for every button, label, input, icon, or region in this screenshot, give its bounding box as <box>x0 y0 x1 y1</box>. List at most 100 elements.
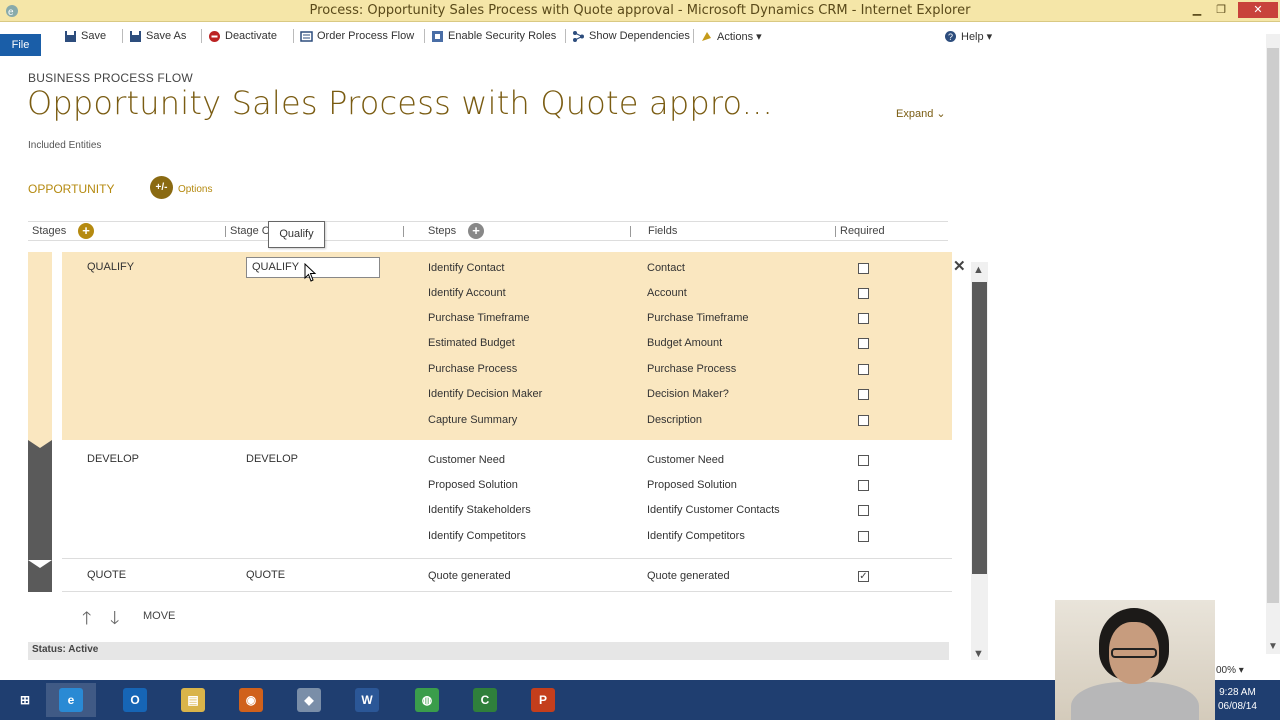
stage-handle-develop[interactable] <box>28 440 52 560</box>
required-checkbox[interactable] <box>858 338 869 349</box>
required-checkbox[interactable] <box>858 389 869 400</box>
file-button[interactable]: File <box>0 34 41 56</box>
included-entities-label: Included Entities <box>28 140 102 151</box>
stage-handle-quote[interactable] <box>28 560 52 592</box>
field-label[interactable]: Identify Competitors <box>647 530 745 542</box>
column-separator <box>835 226 836 237</box>
status-text: Status: Active <box>32 644 99 655</box>
save-as-button[interactable]: Save As <box>122 28 186 44</box>
options-icon[interactable]: +/- <box>150 176 173 199</box>
step-label[interactable]: Identify Contact <box>428 262 504 274</box>
field-label[interactable]: Customer Need <box>647 454 724 466</box>
step-label[interactable]: Purchase Timeframe <box>428 312 529 324</box>
stage-category[interactable]: QUOTE <box>246 569 285 581</box>
command-bar: File Save Save As Deactivate Order Proce… <box>0 22 1280 56</box>
move-down-icon[interactable]: 🡓 <box>110 606 119 636</box>
field-label[interactable]: Account <box>647 287 687 299</box>
stage-name[interactable]: QUOTE <box>87 569 126 581</box>
field-label[interactable]: Budget Amount <box>647 337 722 349</box>
step-label[interactable]: Purchase Process <box>428 363 517 375</box>
required-checkbox[interactable] <box>858 263 869 274</box>
expand-button[interactable]: Expand ⌄ <box>896 107 946 120</box>
actions-menu[interactable]: Actions ▾ <box>693 28 762 44</box>
taskbar-word-button[interactable]: W <box>342 683 392 717</box>
scroll-down-icon[interactable]: ▼ <box>1268 641 1278 652</box>
taskbar-powerpoint-button[interactable]: P <box>518 683 568 717</box>
stage-notch-icon <box>28 560 52 568</box>
page-scrollbar-thumb[interactable] <box>1267 48 1279 603</box>
column-stages: Stages <box>32 225 67 237</box>
file-explorer-icon: ▤ <box>181 688 205 712</box>
dependencies-icon <box>573 30 584 42</box>
step-label[interactable]: Identify Competitors <box>428 530 526 542</box>
required-checkbox-checked[interactable]: ✓ <box>858 571 869 582</box>
stage-category[interactable]: DEVELOP <box>246 453 298 465</box>
show-dependencies-button[interactable]: Show Dependencies <box>565 28 690 44</box>
field-label[interactable]: Proposed Solution <box>647 479 737 491</box>
order-process-flow-button[interactable]: Order Process Flow <box>293 28 414 44</box>
save-button[interactable]: Save <box>64 28 106 44</box>
taskbar-chrome-button[interactable]: ◍ <box>402 683 452 717</box>
taskbar-start-button[interactable]: ⊞ <box>0 683 50 717</box>
move-up-icon[interactable]: 🡑 <box>82 606 91 636</box>
required-checkbox[interactable] <box>858 415 869 426</box>
step-label[interactable]: Estimated Budget <box>428 337 515 349</box>
scroll-up-icon[interactable]: ▲ <box>973 264 984 276</box>
step-label[interactable]: Identify Stakeholders <box>428 504 531 516</box>
enable-security-roles-button[interactable]: Enable Security Roles <box>424 28 556 44</box>
field-label[interactable]: Quote generated <box>647 570 730 582</box>
firefox-icon: ◉ <box>239 688 263 712</box>
required-checkbox[interactable] <box>858 313 869 324</box>
window-titlebar: e Process: Opportunity Sales Process wit… <box>0 0 1280 22</box>
deactivate-button[interactable]: Deactivate <box>201 28 277 44</box>
required-checkbox[interactable] <box>858 288 869 299</box>
required-checkbox[interactable] <box>858 364 869 375</box>
webcam-overlay <box>1055 600 1215 720</box>
stage-handle-qualify[interactable] <box>28 252 52 440</box>
separator <box>424 29 425 43</box>
taskbar-outlook-button[interactable]: O <box>110 683 160 717</box>
webcam-person-glasses <box>1111 648 1157 658</box>
order-icon <box>300 30 313 42</box>
security-icon <box>432 30 443 42</box>
stage-name[interactable]: DEVELOP <box>87 453 139 465</box>
restore-button[interactable]: ❐ <box>1210 2 1232 18</box>
step-label[interactable]: Identify Account <box>428 287 506 299</box>
field-label[interactable]: Contact <box>647 262 685 274</box>
options-link[interactable]: Options <box>178 184 212 195</box>
close-window-button[interactable]: ✕ <box>1238 2 1278 18</box>
field-label[interactable]: Decision Maker? <box>647 388 729 400</box>
page-scrollbar[interactable]: ▼ <box>1266 34 1280 654</box>
step-label[interactable]: Identify Decision Maker <box>428 388 542 400</box>
delete-stage-icon[interactable]: ✕ <box>953 257 966 275</box>
required-checkbox[interactable] <box>858 531 869 542</box>
step-label[interactable]: Proposed Solution <box>428 479 518 491</box>
help-menu[interactable]: ? Help ▾ <box>944 28 992 44</box>
add-step-icon[interactable]: + <box>468 223 484 239</box>
minimize-button[interactable]: ▁ <box>1186 2 1208 18</box>
save-label: Save <box>81 30 107 42</box>
stage-name[interactable]: QUALIFY <box>87 261 134 273</box>
taskbar-remote-app-button[interactable]: ◆ <box>284 683 334 717</box>
required-checkbox[interactable] <box>858 480 869 491</box>
taskbar-internet-explorer-button[interactable]: e <box>46 683 96 717</box>
field-label[interactable]: Purchase Process <box>647 363 736 375</box>
field-label[interactable]: Description <box>647 414 702 426</box>
stages-scrollbar-thumb[interactable] <box>972 282 987 574</box>
system-clock[interactable]: 9:28 AM 06/08/14 <box>1218 686 1257 714</box>
step-label[interactable]: Capture Summary <box>428 414 517 426</box>
powerpoint-icon: P <box>531 688 555 712</box>
required-checkbox[interactable] <box>858 505 869 516</box>
taskbar-firefox-button[interactable]: ◉ <box>226 683 276 717</box>
scroll-down-icon[interactable]: ▼ <box>973 648 984 660</box>
taskbar-camtasia-button[interactable]: C <box>460 683 510 717</box>
field-label[interactable]: Identify Customer Contacts <box>647 504 780 516</box>
add-stage-icon[interactable]: + <box>78 223 94 239</box>
field-label[interactable]: Purchase Timeframe <box>647 312 748 324</box>
stages-scrollbar[interactable]: ▲ ▼ <box>971 262 988 660</box>
step-label[interactable]: Quote generated <box>428 570 511 582</box>
step-label[interactable]: Customer Need <box>428 454 505 466</box>
zoom-level[interactable]: 00% ▾ <box>1216 665 1244 676</box>
taskbar-file-explorer-button[interactable]: ▤ <box>168 683 218 717</box>
required-checkbox[interactable] <box>858 455 869 466</box>
